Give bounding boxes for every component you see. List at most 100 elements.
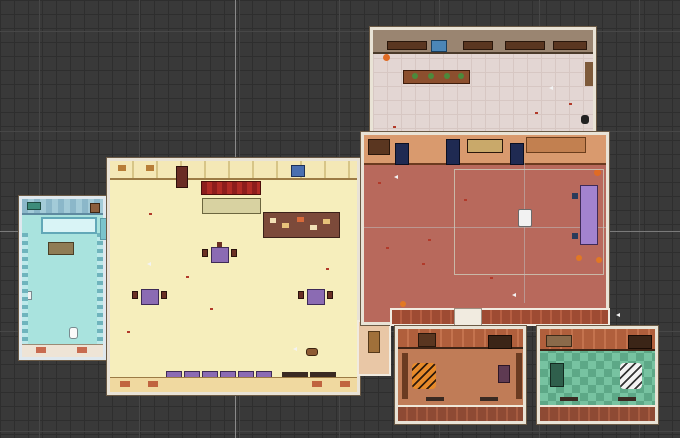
debris-icon (422, 263, 425, 265)
kitchen-counter-icon[interactable] (403, 70, 470, 84)
debris-icon (464, 199, 467, 201)
poster-icon (291, 165, 305, 177)
dining-table-icon[interactable] (211, 247, 229, 263)
counter-bar-icon[interactable] (580, 185, 598, 245)
grandfather-clock-icon (176, 166, 188, 188)
bathroom-room[interactable] (19, 196, 106, 360)
window-icon (148, 381, 158, 387)
hallway-connector (357, 320, 391, 376)
side-post (516, 353, 522, 399)
stool-icon (217, 242, 222, 247)
potted-plant-icon (458, 73, 464, 79)
zone-divider (364, 227, 606, 228)
debris-icon (535, 112, 538, 114)
doormat-icon (368, 331, 380, 353)
salon-room[interactable] (361, 132, 609, 325)
bathtub-icon (41, 217, 97, 234)
kitchen-shelf-icon (553, 41, 587, 50)
bathroom-tiled-border (22, 233, 28, 345)
window-icon (77, 347, 87, 353)
pumpkin-icon (400, 301, 406, 307)
chair-icon (327, 291, 333, 299)
window-icon (36, 347, 46, 353)
cooking-pot-icon (581, 115, 589, 124)
wooden-table-icon (526, 137, 586, 153)
kitchen-shelf-icon (387, 41, 427, 50)
window-icon (312, 381, 322, 387)
lantern-icon (383, 54, 390, 61)
food-plate-icon (297, 217, 304, 222)
waypoint-marker-icon (616, 313, 620, 317)
bookshelf-icon (467, 139, 503, 153)
chair-icon (298, 291, 304, 299)
kitchen-room[interactable] (370, 27, 596, 134)
debris-icon (210, 308, 213, 310)
pumpkin-icon (576, 255, 582, 261)
fridge-icon (431, 40, 447, 52)
kitchen-side-door (585, 62, 593, 86)
dining-table-icon[interactable] (307, 289, 325, 305)
pumpkin-icon (596, 257, 602, 263)
stage-curtain-icon (201, 181, 261, 195)
debris-icon (326, 268, 329, 270)
green-room-bottom-wall (540, 405, 655, 421)
bench-icon (480, 397, 498, 401)
kitchen-shelf-icon (463, 41, 493, 50)
potted-plant-icon (412, 73, 418, 79)
debris-icon (378, 182, 381, 184)
shelf-icon (546, 335, 572, 347)
waypoint-marker-icon (147, 262, 151, 266)
dining-hall-bottom-wall (110, 377, 357, 392)
bookshelf-icon (368, 139, 390, 155)
dining-hall-room[interactable] (107, 158, 360, 395)
food-plate-icon (310, 225, 317, 230)
tiger-rug-icon (412, 363, 436, 389)
green-room[interactable] (537, 326, 658, 424)
potted-plant-icon (428, 73, 434, 79)
bench-icon (618, 397, 636, 401)
waypoint-marker-icon (394, 175, 398, 179)
bathroom-mirror-icon (27, 202, 41, 210)
chair-icon (132, 291, 138, 299)
chair-icon (231, 249, 237, 257)
food-plate-icon (282, 223, 289, 228)
bathroom-cabinet-icon (90, 203, 100, 213)
study-room[interactable] (395, 326, 526, 424)
bookshelf-icon (418, 333, 436, 347)
salon-lower-wall (390, 308, 610, 326)
display-pedestal-icon[interactable] (518, 209, 532, 227)
bathroom-tiled-border (97, 233, 103, 345)
cabinet-icon (498, 365, 510, 383)
debris-icon (386, 247, 389, 249)
window-icon (340, 381, 350, 387)
arcade-cabinet-icon[interactable] (446, 139, 460, 165)
food-plate-icon (323, 219, 330, 224)
dining-table-icon[interactable] (141, 289, 159, 305)
study-bottom-wall (398, 405, 523, 421)
waypoint-marker-icon (512, 293, 516, 297)
tilemap-viewport[interactable] (0, 0, 680, 438)
kitchen-shelf-icon (505, 41, 545, 50)
buffet-counter-icon (202, 198, 261, 214)
zone-divider (524, 163, 525, 303)
bed-icon[interactable] (550, 363, 564, 387)
arcade-cabinet-icon[interactable] (510, 143, 524, 165)
chair-icon (202, 249, 208, 257)
wardrobe-icon (628, 335, 652, 349)
corridor-door-icon (454, 308, 482, 326)
debris-icon (186, 276, 189, 278)
debris-icon (149, 213, 152, 215)
bathroom-bottom-wall (22, 344, 103, 357)
debris-icon (393, 126, 396, 128)
chair-icon (161, 291, 167, 299)
side-post (402, 353, 408, 399)
debris-icon (569, 103, 572, 105)
debris-icon (127, 331, 130, 333)
toilet-icon (69, 327, 78, 339)
zebra-rug-icon (620, 363, 642, 389)
stool-icon (572, 233, 578, 239)
arcade-cabinet-icon[interactable] (395, 143, 409, 165)
wall-lamp-icon (118, 165, 126, 171)
banquet-table-icon[interactable] (263, 212, 340, 238)
bench-icon (560, 397, 578, 401)
